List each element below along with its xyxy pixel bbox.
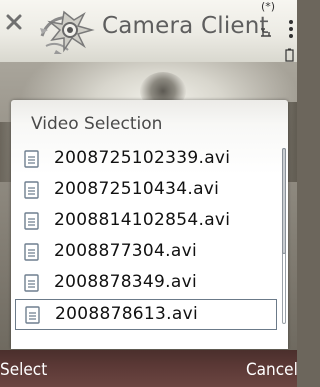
dialog-title: Video Selection [31, 114, 163, 134]
scrollbar[interactable] [281, 148, 287, 324]
file-name: 2008877304.avi [54, 241, 197, 261]
softkey-bar: Select Cancel [0, 350, 298, 387]
list-item[interactable]: 2008877304.avi [15, 237, 277, 268]
document-icon [24, 212, 39, 230]
list-item[interactable]: 200872510434.avi [15, 175, 277, 206]
document-icon [24, 150, 39, 168]
file-name: 2008878349.avi [54, 272, 197, 292]
document-icon [25, 306, 40, 324]
document-icon [24, 181, 39, 199]
cancel-softkey[interactable]: Cancel [246, 360, 298, 380]
list-item-selected[interactable]: 2008878613.avi [15, 299, 277, 330]
camera-client-logo [40, 10, 95, 54]
list-item[interactable]: 2008725102339.avi [15, 144, 277, 175]
video-selection-dialog: Video Selection 2008725102339.avi 200872… [11, 100, 288, 349]
app-title: Camera Client [102, 13, 269, 39]
title-bar: Camera Client (*) [0, 0, 297, 62]
list-item[interactable]: 2008814102854.avi [15, 206, 277, 237]
document-icon [24, 274, 39, 292]
scrollbar-thumb[interactable] [282, 148, 286, 254]
file-name: 2008814102854.avi [54, 210, 231, 230]
network-icon [261, 28, 271, 37]
list-item[interactable]: 2008878349.avi [15, 268, 277, 299]
file-name: 2008725102339.avi [54, 148, 231, 168]
document-icon [24, 243, 39, 261]
file-name: 2008878613.avi [55, 304, 198, 324]
bluetooth-icon: (*) [261, 0, 276, 13]
battery-icon [285, 48, 294, 62]
select-softkey[interactable]: Select [0, 360, 47, 380]
file-name: 200872510434.avi [54, 179, 220, 199]
close-icon[interactable] [4, 12, 24, 32]
